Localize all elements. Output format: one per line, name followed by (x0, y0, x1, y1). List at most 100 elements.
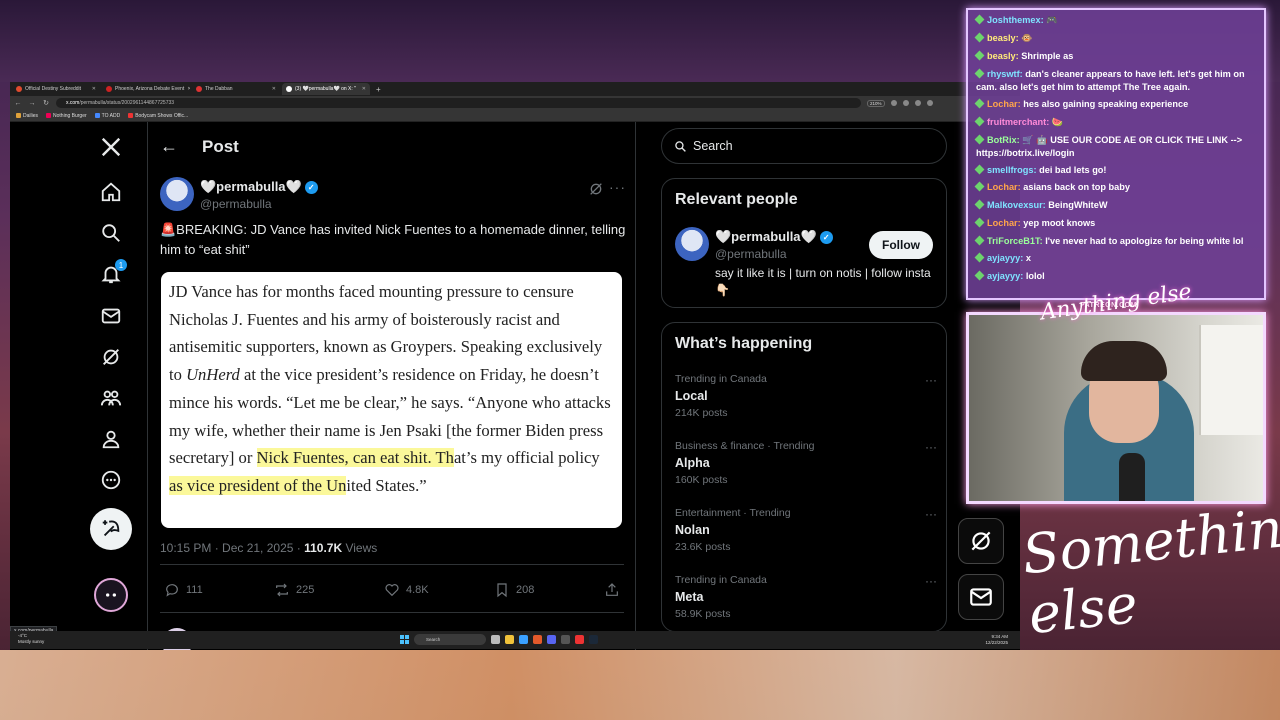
tab-2[interactable]: The Dabban ✕ (192, 83, 280, 95)
star-icon[interactable] (890, 100, 897, 106)
chat-username[interactable]: rhyswtf: (987, 69, 1023, 79)
trend-item[interactable]: Trending in Canada Meta 58.9K posts ··· (675, 574, 937, 620)
chat-username[interactable]: BotRix: (987, 135, 1020, 145)
heart-icon (385, 584, 399, 597)
tab-1[interactable]: Phoenix, Arizona Debate Event ✕ (102, 83, 190, 95)
back-icon[interactable]: ← (14, 100, 22, 107)
follow-button[interactable]: Follow (869, 231, 933, 259)
avatar-face-icon (106, 593, 116, 597)
left-nav: 1 (10, 122, 148, 650)
grok-explain-icon[interactable] (588, 181, 604, 197)
more-options-icon[interactable]: ··· (609, 179, 626, 195)
trend-more-icon[interactable]: ··· (925, 440, 937, 454)
notifications-icon[interactable]: 1 (98, 259, 127, 287)
author-name[interactable]: 🤍permabulla🤍 ✓ (200, 179, 318, 195)
chat-username[interactable]: Lochar: (987, 99, 1021, 109)
close-tab-icon[interactable]: ✕ (272, 86, 276, 92)
share-button[interactable] (604, 582, 620, 598)
site-icon (196, 86, 202, 92)
chat-username[interactable]: TriForceB1T: (987, 236, 1043, 246)
bookmark-0[interactable]: Dailies (16, 113, 38, 119)
communities-icon[interactable] (98, 385, 124, 411)
microphone (1119, 453, 1145, 501)
profile-icon[interactable] (98, 426, 124, 452)
task-view-icon[interactable] (491, 635, 500, 644)
messages-icon[interactable] (98, 303, 124, 329)
bookmark-button[interactable]: 208 (494, 582, 604, 598)
bookmark-2[interactable]: TO ADD (94, 113, 120, 119)
post-text: 🚨BREAKING: JD Vance has invited Nick Fue… (160, 222, 626, 257)
chat-username[interactable]: smellfrogs: (987, 165, 1037, 175)
x-logo-icon[interactable] (98, 134, 124, 160)
windows-start-icon[interactable] (400, 635, 409, 644)
chat-username[interactable]: Joshthemex: (987, 15, 1044, 25)
search-input[interactable]: Search (661, 128, 947, 164)
relevant-people-title: Relevant people (675, 191, 798, 208)
firefox-icon[interactable] (533, 635, 542, 644)
bookmark-3[interactable]: Bodycam Shows Offic... (128, 113, 188, 119)
url-input[interactable]: x.com/permabulla/status/2002961144867725… (56, 98, 861, 108)
bookmark-1[interactable]: Nothing Burger (46, 113, 87, 119)
chat-username[interactable]: Lochar: (987, 218, 1021, 228)
chat-username[interactable]: beasly: (987, 51, 1019, 61)
search-icon[interactable] (98, 220, 124, 246)
new-tab-icon[interactable]: + (372, 85, 385, 94)
trend-item[interactable]: Entertainment · Trending Nolan 23.6K pos… (675, 507, 937, 553)
file-explorer-icon[interactable] (505, 635, 514, 644)
steam-icon[interactable] (589, 635, 598, 644)
grok-icon[interactable] (98, 344, 124, 370)
forward-icon[interactable]: → (28, 100, 36, 107)
weather-widget[interactable]: -4°C Mostly sunny (18, 633, 44, 645)
relevant-person-avatar[interactable] (675, 227, 709, 261)
page-title: Post (202, 136, 239, 156)
messages-overlay-button[interactable] (958, 574, 1004, 620)
repost-button[interactable]: 225 (274, 582, 384, 598)
relevant-person-name[interactable]: 🤍permabulla🤍 ✓ (715, 229, 833, 245)
trend-more-icon[interactable]: ··· (925, 373, 937, 387)
chat-message: ayjayyy: lolol (974, 268, 1256, 286)
tab-0[interactable]: Official Destiny Subreddit ✕ (12, 83, 100, 95)
chat-text: yep moot knows (1023, 218, 1096, 229)
chat-badge-icon (974, 32, 985, 43)
chat-username[interactable]: ayjayyy: (987, 271, 1023, 281)
close-tab-icon[interactable]: ✕ (187, 86, 190, 92)
obs-icon[interactable] (561, 635, 570, 644)
compose-post-button[interactable] (90, 508, 132, 550)
chat-text: 🎮 (1046, 15, 1058, 25)
taskbar-search[interactable]: Search (414, 634, 486, 645)
store-icon[interactable] (519, 635, 528, 644)
reload-icon[interactable]: ↻ (42, 99, 50, 107)
trend-item[interactable]: Business & finance · Trending Alpha 160K… (675, 440, 937, 486)
more-icon[interactable] (98, 467, 124, 493)
zoom-indicator[interactable]: 210% (867, 99, 885, 107)
chat-username[interactable]: fruitmerchant: (987, 117, 1049, 127)
chat-username[interactable]: Lochar: (987, 182, 1021, 192)
author-avatar[interactable] (160, 177, 194, 211)
chat-username[interactable]: beasly: (987, 33, 1019, 43)
author-handle[interactable]: @permabulla (200, 197, 272, 211)
profile-icon[interactable] (914, 100, 921, 106)
back-arrow-icon[interactable]: ← (160, 136, 178, 157)
trend-more-icon[interactable]: ··· (925, 507, 937, 521)
extension-icon[interactable] (902, 100, 909, 106)
grok-overlay-button[interactable] (958, 518, 1004, 564)
account-avatar[interactable] (94, 578, 128, 612)
home-icon[interactable] (98, 179, 124, 205)
tab-3[interactable]: (3) 🤍permabulla🤍 on X: " ✕ (282, 83, 370, 95)
close-tab-icon[interactable]: ✕ (92, 86, 96, 92)
reply-button[interactable]: 111 (164, 582, 274, 598)
chat-username[interactable]: ayjayyy: (987, 253, 1023, 263)
trend-more-icon[interactable]: ··· (925, 574, 937, 588)
relevant-person-handle[interactable]: @permabulla (715, 247, 787, 261)
bookmark-icon (497, 583, 507, 598)
chat-badge-icon (974, 50, 985, 61)
close-tab-icon[interactable]: ✕ (362, 86, 366, 92)
discord-icon[interactable] (547, 635, 556, 644)
trend-item[interactable]: Trending in Canada Local 214K posts ··· (675, 373, 937, 419)
like-button[interactable]: 4.8K (384, 582, 494, 598)
menu-icon[interactable] (926, 100, 933, 106)
app-icon[interactable] (575, 635, 584, 644)
chat-username[interactable]: Malkovexsur: (987, 200, 1046, 210)
article-screenshot-image[interactable]: JD Vance has for months faced mounting p… (161, 272, 622, 528)
taskbar-clock[interactable]: 9:34 AM 12/22/2025 (985, 634, 1008, 646)
